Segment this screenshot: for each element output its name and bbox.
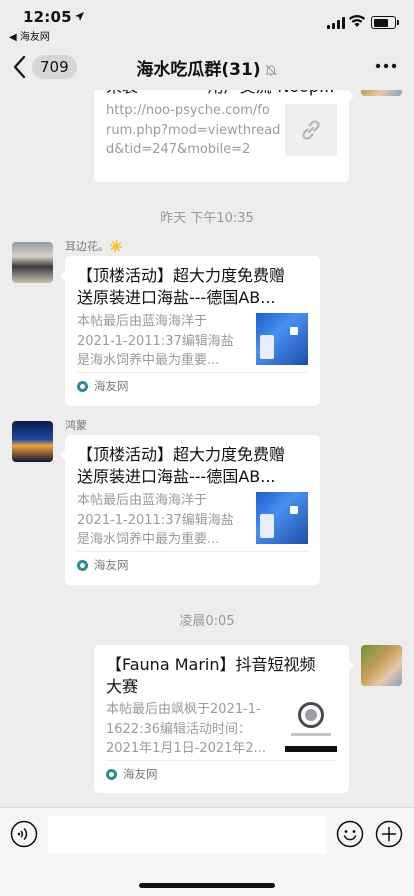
back-to-app-link[interactable]: ◀ 海友网 <box>9 28 50 43</box>
bell-off-icon <box>264 64 277 76</box>
card-thumbnail <box>285 104 337 156</box>
input-bar <box>0 807 414 896</box>
card-description: 本帖最后由蓝海海洋于 2021-1-2011:37编辑海盐 是海水饲养中最为重要… <box>77 314 234 368</box>
card-description: http://noo-psyche.com/fo rum.php?mod=vie… <box>106 103 281 157</box>
more-dots-icon[interactable] <box>374 56 398 76</box>
time-divider: 昨天 下午10:35 <box>160 211 254 226</box>
chat-title[interactable]: 海水吃瓜群(31) <box>0 55 414 80</box>
sender-name: 耳边花。☀️ <box>65 240 123 253</box>
chat-header: 709 海水吃瓜群(31) <box>0 44 414 90</box>
wifi-icon <box>348 15 366 27</box>
card-thumbnail <box>256 492 308 544</box>
status-time: 12:05 <box>23 8 85 26</box>
bubble-tail <box>60 449 66 461</box>
bubble-tail <box>348 90 354 102</box>
voice-icon[interactable] <box>10 820 38 848</box>
home-indicator[interactable] <box>139 883 275 888</box>
card-description: 本帖最后由飒枫于2021-1- 1622:36编辑活动时间： 2021年1月1日… <box>106 702 267 756</box>
time-divider: 凌晨0:05 <box>179 614 235 629</box>
plus-icon[interactable] <box>375 820 403 848</box>
battery-icon <box>371 16 399 29</box>
card-source: 海友网 <box>77 378 129 394</box>
link-card[interactable]: 【顶楼活动】超大力度免费赠 送原装进口海盐---德国AB... 本帖最后由蓝海海… <box>60 435 320 585</box>
bubble-tail <box>60 270 66 282</box>
source-logo-icon <box>77 559 88 571</box>
battery-level <box>373 18 388 27</box>
card-thumbnail <box>256 313 308 365</box>
status-bar: 12:05 ◀ 海友网 <box>0 0 414 44</box>
card-source: 海友网 <box>106 766 158 782</box>
card-source: 海友网 <box>77 557 129 573</box>
signal-icon <box>327 17 345 29</box>
source-logo-icon <box>106 768 117 780</box>
card-title: 【顶楼活动】超大力度免费赠 送原装进口海盐---德国AB... <box>77 445 286 486</box>
location-arrow-icon <box>74 12 84 21</box>
avatar-sender[interactable] <box>12 242 53 283</box>
link-card[interactable]: 【Fauna Marin】抖音短视频 大赛 本帖最后由飒枫于2021-1- 16… <box>94 645 354 793</box>
avatar-self[interactable] <box>361 90 402 96</box>
sender-name: 鸿蒙 <box>65 419 87 432</box>
card-title: 来袭~~~~ - 用户交流-Noop... <box>106 90 342 98</box>
chat-title-text: 海水吃瓜群(31) <box>136 60 261 80</box>
link-card[interactable]: 来袭~~~~ - 用户交流-Noop... http://noo-psyche.… <box>94 90 354 182</box>
source-logo-icon <box>77 380 88 392</box>
message-list[interactable]: 来袭~~~~ - 用户交流-Noop... http://noo-psyche.… <box>0 90 414 807</box>
card-title: 【顶楼活动】超大力度免费赠 送原装进口海盐---德国AB... <box>77 266 286 307</box>
emoji-icon[interactable] <box>336 820 364 848</box>
bubble-tail <box>348 659 354 671</box>
avatar-sender[interactable] <box>12 421 53 462</box>
message-input[interactable] <box>48 816 326 854</box>
link-card[interactable]: 【顶楼活动】超大力度免费赠 送原装进口海盐---德国AB... 本帖最后由蓝海海… <box>60 256 320 406</box>
card-thumbnail <box>285 700 337 752</box>
avatar-self[interactable] <box>361 645 402 686</box>
link-icon <box>302 120 320 140</box>
card-title: 【Fauna Marin】抖音短视频 大赛 <box>106 655 316 696</box>
card-description: 本帖最后由蓝海海洋于 2021-1-2011:37编辑海盐 是海水饲养中最为重要… <box>77 493 234 547</box>
